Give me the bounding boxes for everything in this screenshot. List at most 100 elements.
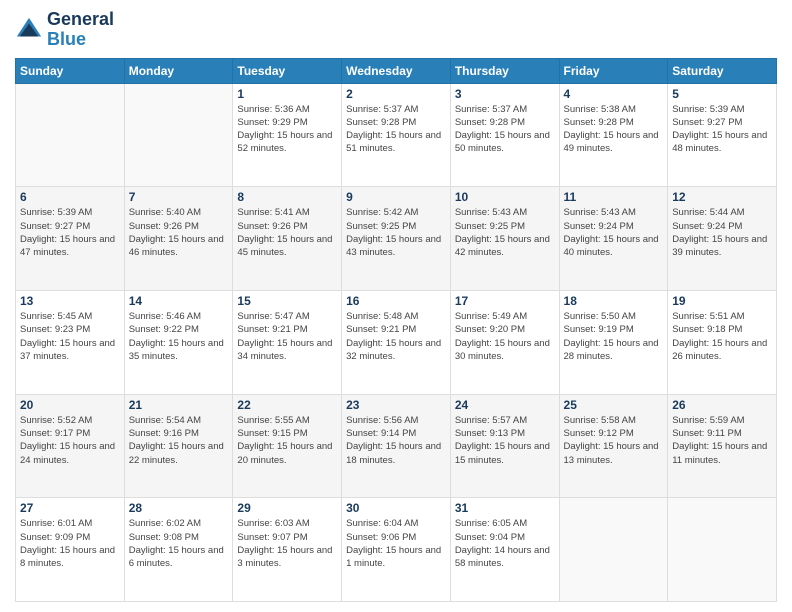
- calendar-cell: 14 Sunrise: 5:46 AMSunset: 9:22 PMDayligh…: [124, 290, 233, 394]
- day-number: 31: [455, 501, 555, 515]
- day-info: Sunrise: 5:44 AMSunset: 9:24 PMDaylight:…: [672, 206, 772, 259]
- day-number: 10: [455, 190, 555, 204]
- day-number: 25: [564, 398, 664, 412]
- calendar-cell: 9 Sunrise: 5:42 AMSunset: 9:25 PMDaylight…: [342, 187, 451, 291]
- calendar-cell: 6Sunrise: 5:39 AMSunset: 9:27 PMDaylight…: [16, 187, 125, 291]
- calendar-cell: 3 Sunrise: 5:37 AMSunset: 9:28 PMDaylight…: [450, 83, 559, 187]
- day-number: 1: [237, 87, 337, 101]
- calendar-day-header: Friday: [559, 58, 668, 83]
- calendar-cell: 8 Sunrise: 5:41 AMSunset: 9:26 PMDaylight…: [233, 187, 342, 291]
- day-number: 15: [237, 294, 337, 308]
- day-number: 4: [564, 87, 664, 101]
- calendar-cell: 18 Sunrise: 5:50 AMSunset: 9:19 PMDayligh…: [559, 290, 668, 394]
- day-info: Sunrise: 5:43 AMSunset: 9:25 PMDaylight:…: [455, 206, 555, 259]
- day-info: Sunrise: 5:56 AMSunset: 9:14 PMDaylight:…: [346, 414, 446, 467]
- calendar-day-header: Sunday: [16, 58, 125, 83]
- calendar-cell: [16, 83, 125, 187]
- day-number: 28: [129, 501, 229, 515]
- calendar-cell: 23Sunrise: 5:56 AMSunset: 9:14 PMDayligh…: [342, 394, 451, 498]
- day-info: Sunrise: 5:41 AMSunset: 9:26 PMDaylight:…: [237, 206, 337, 259]
- day-number: 26: [672, 398, 772, 412]
- calendar-day-header: Tuesday: [233, 58, 342, 83]
- day-number: 30: [346, 501, 446, 515]
- calendar-cell: 29Sunrise: 6:03 AMSunset: 9:07 PMDayligh…: [233, 498, 342, 602]
- day-info: Sunrise: 5:46 AMSunset: 9:22 PMDaylight:…: [129, 310, 229, 363]
- day-info: Sunrise: 5:49 AMSunset: 9:20 PMDaylight:…: [455, 310, 555, 363]
- day-number: 19: [672, 294, 772, 308]
- day-info: Sunrise: 5:36 AMSunset: 9:29 PMDaylight:…: [237, 103, 337, 156]
- day-number: 6: [20, 190, 120, 204]
- day-info: Sunrise: 5:52 AMSunset: 9:17 PMDaylight:…: [20, 414, 120, 467]
- calendar-week-row: 20Sunrise: 5:52 AMSunset: 9:17 PMDayligh…: [16, 394, 777, 498]
- calendar-cell: 30Sunrise: 6:04 AMSunset: 9:06 PMDayligh…: [342, 498, 451, 602]
- calendar-cell: 1 Sunrise: 5:36 AMSunset: 9:29 PMDaylight…: [233, 83, 342, 187]
- header: General Blue: [15, 10, 777, 50]
- calendar-week-row: 13Sunrise: 5:45 AMSunset: 9:23 PMDayligh…: [16, 290, 777, 394]
- day-number: 2: [346, 87, 446, 101]
- day-info: Sunrise: 5:55 AMSunset: 9:15 PMDaylight:…: [237, 414, 337, 467]
- day-number: 14: [129, 294, 229, 308]
- day-number: 21: [129, 398, 229, 412]
- day-number: 3: [455, 87, 555, 101]
- page: General Blue SundayMondayTuesdayWednesda…: [0, 0, 792, 612]
- calendar-cell: 7Sunrise: 5:40 AMSunset: 9:26 PMDaylight…: [124, 187, 233, 291]
- day-number: 18: [564, 294, 664, 308]
- calendar-cell: 25Sunrise: 5:58 AMSunset: 9:12 PMDayligh…: [559, 394, 668, 498]
- day-info: Sunrise: 5:39 AMSunset: 9:27 PMDaylight:…: [672, 103, 772, 156]
- logo-text: General Blue: [47, 10, 114, 50]
- day-info: Sunrise: 5:37 AMSunset: 9:28 PMDaylight:…: [346, 103, 446, 156]
- calendar-cell: 28Sunrise: 6:02 AMSunset: 9:08 PMDayligh…: [124, 498, 233, 602]
- day-number: 22: [237, 398, 337, 412]
- day-number: 27: [20, 501, 120, 515]
- day-info: Sunrise: 6:03 AMSunset: 9:07 PMDaylight:…: [237, 517, 337, 570]
- calendar-cell: 24 Sunrise: 5:57 AMSunset: 9:13 PMDayligh…: [450, 394, 559, 498]
- day-number: 16: [346, 294, 446, 308]
- day-info: Sunrise: 5:42 AMSunset: 9:25 PMDaylight:…: [346, 206, 446, 259]
- day-number: 8: [237, 190, 337, 204]
- calendar-cell: 31 Sunrise: 6:05 AMSunset: 9:04 PMDayligh…: [450, 498, 559, 602]
- calendar-cell: [668, 498, 777, 602]
- calendar-week-row: 6Sunrise: 5:39 AMSunset: 9:27 PMDaylight…: [16, 187, 777, 291]
- day-info: Sunrise: 5:43 AMSunset: 9:24 PMDaylight:…: [564, 206, 664, 259]
- calendar-week-row: 27 Sunrise: 6:01 AMSunset: 9:09 PMDayligh…: [16, 498, 777, 602]
- logo: General Blue: [15, 10, 114, 50]
- calendar-day-header: Wednesday: [342, 58, 451, 83]
- calendar-cell: 11Sunrise: 5:43 AMSunset: 9:24 PMDayligh…: [559, 187, 668, 291]
- calendar-cell: 26 Sunrise: 5:59 AMSunset: 9:11 PMDayligh…: [668, 394, 777, 498]
- calendar-day-header: Thursday: [450, 58, 559, 83]
- calendar-cell: 12 Sunrise: 5:44 AMSunset: 9:24 PMDayligh…: [668, 187, 777, 291]
- calendar-cell: 13Sunrise: 5:45 AMSunset: 9:23 PMDayligh…: [16, 290, 125, 394]
- day-info: Sunrise: 5:37 AMSunset: 9:28 PMDaylight:…: [455, 103, 555, 156]
- calendar-day-header: Monday: [124, 58, 233, 83]
- day-info: Sunrise: 5:51 AMSunset: 9:18 PMDaylight:…: [672, 310, 772, 363]
- day-info: Sunrise: 5:45 AMSunset: 9:23 PMDaylight:…: [20, 310, 120, 363]
- calendar-day-header: Saturday: [668, 58, 777, 83]
- day-info: Sunrise: 6:01 AMSunset: 9:09 PMDaylight:…: [20, 517, 120, 570]
- day-info: Sunrise: 5:54 AMSunset: 9:16 PMDaylight:…: [129, 414, 229, 467]
- calendar-cell: 17 Sunrise: 5:49 AMSunset: 9:20 PMDayligh…: [450, 290, 559, 394]
- day-info: Sunrise: 5:40 AMSunset: 9:26 PMDaylight:…: [129, 206, 229, 259]
- calendar-cell: 15 Sunrise: 5:47 AMSunset: 9:21 PMDayligh…: [233, 290, 342, 394]
- calendar-cell: 10 Sunrise: 5:43 AMSunset: 9:25 PMDayligh…: [450, 187, 559, 291]
- calendar-cell: 21 Sunrise: 5:54 AMSunset: 9:16 PMDayligh…: [124, 394, 233, 498]
- day-number: 17: [455, 294, 555, 308]
- day-info: Sunrise: 6:05 AMSunset: 9:04 PMDaylight:…: [455, 517, 555, 570]
- day-info: Sunrise: 5:57 AMSunset: 9:13 PMDaylight:…: [455, 414, 555, 467]
- calendar-week-row: 1 Sunrise: 5:36 AMSunset: 9:29 PMDaylight…: [16, 83, 777, 187]
- day-info: Sunrise: 5:50 AMSunset: 9:19 PMDaylight:…: [564, 310, 664, 363]
- day-info: Sunrise: 5:48 AMSunset: 9:21 PMDaylight:…: [346, 310, 446, 363]
- calendar-cell: 4 Sunrise: 5:38 AMSunset: 9:28 PMDaylight…: [559, 83, 668, 187]
- day-info: Sunrise: 5:59 AMSunset: 9:11 PMDaylight:…: [672, 414, 772, 467]
- day-number: 24: [455, 398, 555, 412]
- calendar-cell: 20Sunrise: 5:52 AMSunset: 9:17 PMDayligh…: [16, 394, 125, 498]
- calendar-cell: 19 Sunrise: 5:51 AMSunset: 9:18 PMDayligh…: [668, 290, 777, 394]
- calendar-cell: 5 Sunrise: 5:39 AMSunset: 9:27 PMDaylight…: [668, 83, 777, 187]
- calendar-table: SundayMondayTuesdayWednesdayThursdayFrid…: [15, 58, 777, 602]
- day-info: Sunrise: 5:38 AMSunset: 9:28 PMDaylight:…: [564, 103, 664, 156]
- calendar-cell: [124, 83, 233, 187]
- day-number: 5: [672, 87, 772, 101]
- day-number: 12: [672, 190, 772, 204]
- calendar-cell: 2 Sunrise: 5:37 AMSunset: 9:28 PMDaylight…: [342, 83, 451, 187]
- day-info: Sunrise: 5:47 AMSunset: 9:21 PMDaylight:…: [237, 310, 337, 363]
- day-number: 9: [346, 190, 446, 204]
